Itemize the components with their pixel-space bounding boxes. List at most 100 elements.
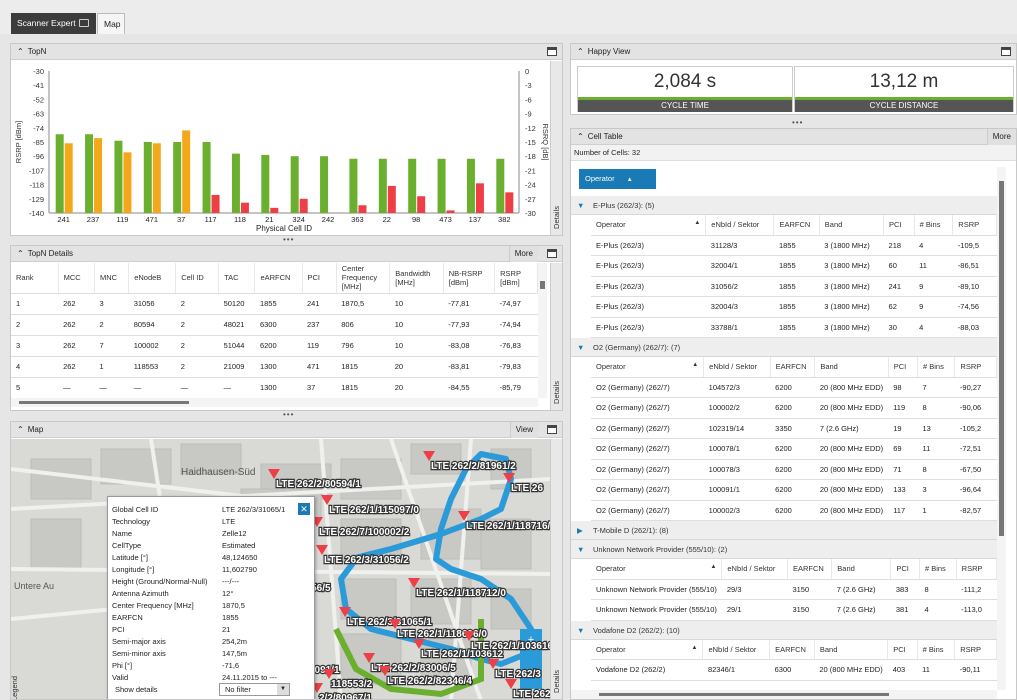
table-row[interactable]: E-Plus (262/3) 31056/2 1855 3 (1800 MHz) 241…	[591, 276, 997, 297]
collapse-caret-icon[interactable]: ⌃	[577, 132, 584, 141]
details-sidebar[interactable]: Details	[550, 263, 562, 410]
filter-select[interactable]: No filter ▼	[219, 683, 290, 696]
column-header[interactable]: MCC	[58, 263, 95, 294]
table-row[interactable]: 3 262 7 100002 2 51044 6200 119 796 10 -83,08 -76,8…	[11, 335, 538, 357]
view-button[interactable]: View	[509, 422, 538, 438]
column-header[interactable]: eNbId / Sektor	[702, 639, 771, 660]
column-header[interactable]: EARFCN	[769, 639, 815, 660]
column-header[interactable]: PCI	[883, 215, 915, 236]
group-row[interactable]: ▶ T-Mobile D (262/1): (8)	[571, 521, 997, 540]
column-header[interactable]: RSRP	[954, 639, 997, 660]
maximize-icon[interactable]	[547, 425, 557, 434]
column-header[interactable]: EARFCN	[770, 357, 816, 378]
table-row[interactable]: E-Plus (262/3) 32004/1 1855 3 (1800 MHz) 60 1…	[591, 255, 997, 277]
column-header[interactable]: EARFCN	[787, 559, 833, 580]
collapse-caret-icon[interactable]: ⌃	[17, 249, 24, 258]
column-header[interactable]: eARFCN	[254, 263, 303, 294]
district-label: Haidhausen-Süd	[181, 467, 256, 478]
cell-label: LTE 262/3	[513, 689, 551, 700]
table-row[interactable]: 2 262 2 80594 2 48021 6300 237 806 10 -77,93 -74,94	[11, 314, 538, 336]
splitter-handle[interactable]: •••	[283, 235, 294, 244]
group-row[interactable]: ▼ E-Plus (262/3): (5)	[571, 196, 997, 215]
vertical-scrollbar[interactable]	[997, 167, 1006, 690]
details-sidebar[interactable]: Details	[550, 439, 562, 699]
column-header[interactable]: Band	[814, 357, 889, 378]
collapse-caret-icon[interactable]: ⌃	[17, 425, 24, 434]
column-header[interactable]: MNC	[94, 263, 130, 294]
collapse-caret-icon[interactable]: ⌃	[577, 47, 584, 56]
column-header-label: # Bins	[924, 564, 946, 574]
vertical-scrollbar[interactable]	[538, 263, 547, 398]
table-cell: 60	[883, 255, 915, 277]
table-row[interactable]: Unknown Network Provider (555/10) 29/3 315…	[591, 579, 997, 600]
more-button[interactable]: More	[986, 129, 1016, 145]
column-header[interactable]: Center Frequency [MHz]	[336, 263, 391, 294]
column-header[interactable]: EARFCN	[773, 215, 820, 236]
column-header[interactable]: NB-RSRP [dBm]	[443, 263, 496, 294]
popup-value: 48,124650	[222, 552, 258, 562]
maximize-icon[interactable]	[1001, 47, 1011, 56]
splitter-handle[interactable]: •••	[792, 118, 803, 127]
column-header[interactable]: eNbId / Sektor	[721, 559, 788, 580]
table-row[interactable]: Vodafone D2 (262/2) 82346/1 6300 20 (800 MH…	[591, 659, 997, 681]
table-cell: 98	[888, 377, 918, 398]
table-row[interactable]: O2 (Germany) (262/7) 104572/3 6200 20 (800 …	[591, 377, 997, 398]
close-icon[interactable]: ✕	[298, 503, 310, 515]
table-cell: 3 (1800 MHz)	[819, 276, 884, 297]
column-header[interactable]: # Bins	[917, 639, 956, 660]
column-header[interactable]: eNbId / Sektor	[703, 357, 771, 378]
group-row[interactable]: ▼ Vodafone D2 (262/2): (10)	[571, 620, 997, 640]
column-header[interactable]: Operator ▲	[591, 357, 705, 378]
tab-map[interactable]: Map	[97, 13, 125, 34]
table-row[interactable]: O2 (Germany) (262/7) 100091/1 6200 20 (800 …	[591, 479, 997, 501]
tab-scanner-expert[interactable]: Scanner Expert	[11, 13, 96, 34]
table-row[interactable]: 5— — — — —1300 37 1815 20 -84,55 -85,79	[11, 377, 538, 399]
table-row[interactable]: O2 (Germany) (262/7) 102319/14 3350 7 (2.6 …	[591, 418, 997, 439]
column-header[interactable]: PCI	[887, 639, 918, 660]
column-header[interactable]: Operator ▲	[591, 559, 723, 580]
column-header[interactable]: # Bins	[917, 357, 956, 378]
column-header[interactable]: RSRP [dBm]	[494, 263, 538, 294]
details-sidebar[interactable]: Details	[550, 61, 562, 235]
table-row[interactable]: Unknown Network Provider (555/10) 29/1 315…	[591, 599, 997, 621]
horizontal-scrollbar[interactable]	[11, 398, 538, 407]
maximize-icon[interactable]	[547, 47, 557, 56]
column-header[interactable]: # Bins	[919, 559, 957, 580]
more-button[interactable]: More	[508, 246, 538, 262]
column-header[interactable]: eNbId / Sektor	[705, 215, 775, 236]
column-header[interactable]: Bandwidth [MHz]	[389, 263, 444, 294]
column-header[interactable]: # Bins	[914, 215, 954, 236]
column-header[interactable]: RSRP	[956, 559, 997, 580]
maximize-icon[interactable]	[547, 249, 557, 258]
column-header[interactable]: TAC	[218, 263, 256, 294]
column-header[interactable]: Rank	[11, 263, 59, 294]
collapse-caret-icon[interactable]: ⌃	[17, 47, 24, 56]
column-header[interactable]: Band	[831, 559, 892, 580]
column-header[interactable]: Operator ▲	[591, 639, 704, 660]
horizontal-scrollbar[interactable]	[571, 690, 997, 699]
column-header[interactable]: Band	[819, 215, 885, 236]
column-header[interactable]: PCI	[888, 357, 919, 378]
table-row[interactable]: 4 262 1 118553 2 21009 1300 471 1815 20 -83,81 -79,…	[11, 356, 538, 378]
table-row[interactable]: O2 (Germany) (262/7) 100002/3 6200 20 (800 …	[591, 500, 997, 521]
table-row[interactable]: E-Plus (262/3) 33788/1 1855 3 (1800 MHz) 30 4…	[591, 317, 997, 338]
column-header[interactable]: PCI	[302, 263, 337, 294]
operator-group-button[interactable]: Operator ▲	[579, 169, 656, 189]
table-row[interactable]: O2 (Germany) (262/7) 100002/2 6200 20 (800 …	[591, 397, 997, 419]
table-row[interactable]: O2 (Germany) (262/7) 100078/1 6200 20 (800 …	[591, 438, 997, 460]
column-header[interactable]: Operator ▲	[591, 215, 707, 236]
table-row[interactable]: E-Plus (262/3) 31128/3 1855 3 (1800 MHz) 218…	[591, 235, 997, 256]
y2-tick-label: -24	[525, 181, 536, 190]
table-row[interactable]: O2 (Germany) (262/7) 100078/3 6200 20 (800 …	[591, 459, 997, 480]
table-row[interactable]: E-Plus (262/3) 32004/3 1855 3 (1800 MHz) 62 9…	[591, 296, 997, 318]
column-header[interactable]: PCI	[890, 559, 920, 580]
column-header[interactable]: RSRP	[952, 215, 997, 236]
column-header[interactable]: Cell ID	[175, 263, 220, 294]
group-row[interactable]: ▼ Unknown Network Provider (555/10): (2)	[571, 540, 997, 559]
column-header[interactable]: eNodeB	[128, 263, 177, 294]
column-header[interactable]: Band	[814, 639, 889, 660]
group-row[interactable]: ▼ O2 (Germany) (262/7): (7)	[571, 338, 997, 357]
column-header[interactable]: RSRP	[954, 357, 997, 378]
table-row[interactable]: 1 262 3 31056 2 50120 1855 241 1870,5 10 -77,81 -74…	[11, 293, 538, 315]
splitter-handle[interactable]: •••	[283, 410, 294, 419]
